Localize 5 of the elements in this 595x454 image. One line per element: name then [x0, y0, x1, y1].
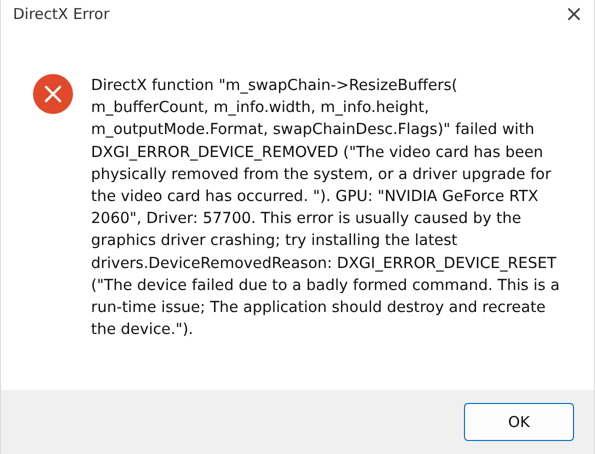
error-icon — [33, 74, 73, 114]
window-title: DirectX Error — [13, 5, 110, 23]
ok-button[interactable]: OK — [464, 403, 574, 441]
close-button[interactable]: × — [554, 2, 594, 26]
error-message: DirectX function "m_swapChain->ResizeBuffers( m_bufferCount, m_info.width, m_info.height, m_outputMode.Format, swapChainDesc.Flags)" failed with DXGI_ERROR_DEVICE_REMOVED ("The video card has been physically removed from the system, or a driver upgrade for the video card has occurred. "). GPU: "NVIDIA GeForce RTX 2060", Driver: 57700. This error is usually caused by the graphics driver crashing; try installing the latest drivers.DeviceRemovedReason: DXGI_ERROR_DEVICE_RESET ("The device failed due to a badly formed command. This is a run-time issue; The application should destroy and recreate the device."). — [91, 75, 561, 340]
